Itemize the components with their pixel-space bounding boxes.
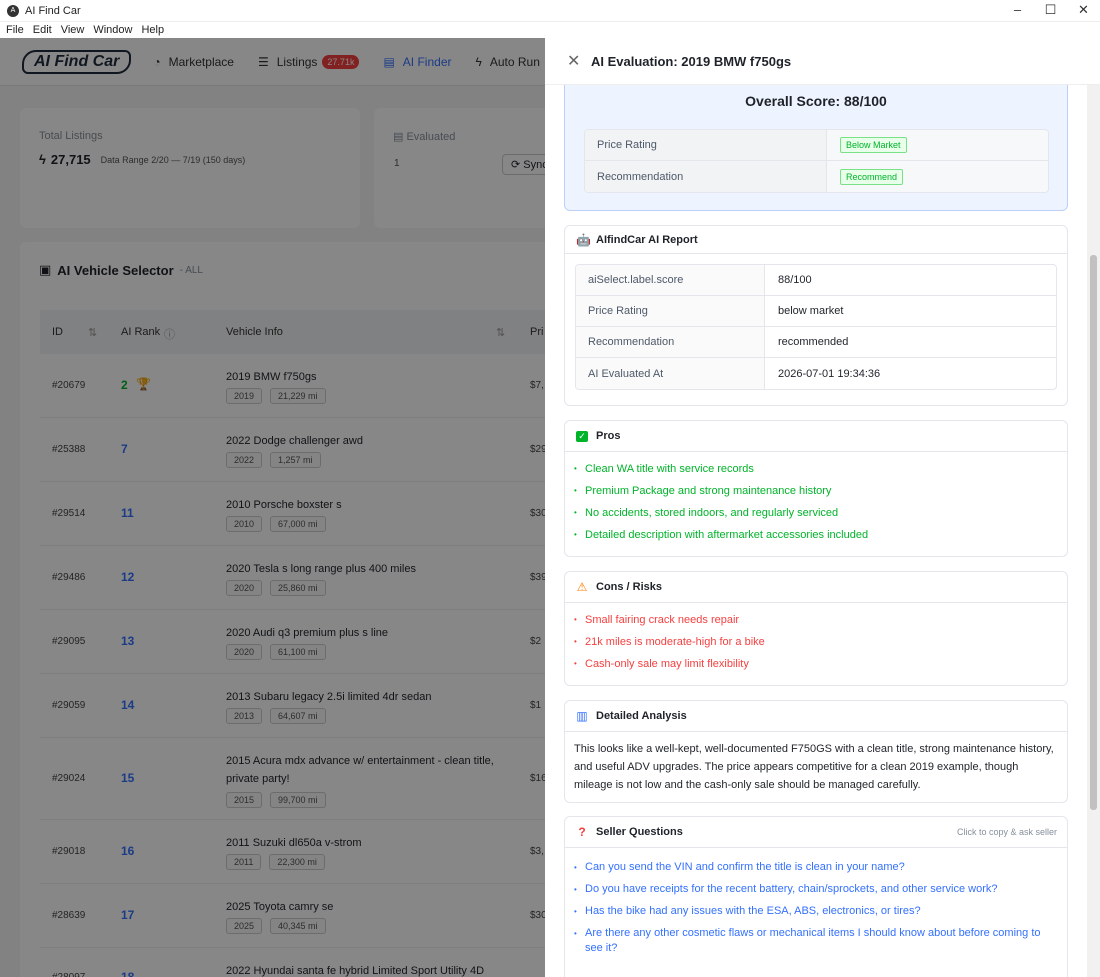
- robot-icon: 🤖: [576, 232, 591, 247]
- report-value: 88/100: [778, 274, 812, 286]
- report-key: Recommendation: [576, 327, 765, 357]
- pros-title: Pros: [596, 430, 621, 442]
- title-bar: A AI Find Car – ☐ ✕: [0, 0, 1100, 22]
- close-window-button[interactable]: ✕: [1067, 0, 1100, 22]
- con-item: Small fairing crack needs repair: [565, 609, 1067, 631]
- questions-hint: Click to copy & ask seller: [956, 827, 1057, 837]
- analysis-text: This looks like a well-kept, well-docume…: [574, 743, 1054, 791]
- score-card: Overall Score: 88/100 Price Rating Below …: [564, 85, 1068, 211]
- report-key: aiSelect.label.score: [576, 265, 765, 295]
- warning-icon: ⚠: [576, 580, 588, 594]
- scrollbar-thumb[interactable]: [1090, 255, 1097, 810]
- question-icon: ?: [578, 825, 586, 839]
- recommendation-badge: Recommend: [840, 168, 904, 185]
- report-table: aiSelect.label.score 88/100 Price Rating b…: [575, 264, 1057, 390]
- ai-report-section: 🤖 AIfindCar AI Report aiSelect.label.scor…: [564, 225, 1068, 406]
- questions-title: Seller Questions: [596, 826, 683, 838]
- scrollbar[interactable]: [1087, 85, 1100, 977]
- menu-window[interactable]: Window: [93, 24, 132, 36]
- close-icon[interactable]: ✕: [567, 51, 583, 71]
- summary-key: Recommendation: [585, 161, 827, 192]
- report-title: AIfindCar AI Report: [596, 233, 698, 246]
- analysis-section: ▥ Detailed Analysis This looks like a wel…: [564, 700, 1068, 803]
- summary-table: Price Rating Below Market Recommendation R…: [584, 129, 1049, 193]
- seller-question[interactable]: Has the bike had any issues with the ESA…: [565, 904, 1057, 919]
- pro-item: Detailed description with aftermarket ac…: [565, 524, 1067, 546]
- menu-bar: File Edit View Window Help: [0, 22, 1100, 38]
- checkbox-icon: ✓: [576, 430, 588, 442]
- modal-overlay[interactable]: [0, 38, 545, 977]
- analysis-title: Detailed Analysis: [596, 710, 687, 722]
- con-item: Cash-only sale may limit flexibility: [565, 653, 1067, 675]
- evaluation-drawer: ✕ AI Evaluation: 2019 BMW f750gs Overall…: [545, 38, 1100, 977]
- questions-section: ? Seller Questions Click to copy & ask sel…: [564, 816, 1068, 977]
- pro-item: Clean WA title with service records: [565, 458, 1067, 480]
- price-rating-badge: Below Market: [840, 137, 907, 153]
- menu-file[interactable]: File: [6, 24, 24, 36]
- report-value: recommended: [778, 336, 849, 348]
- cons-title: Cons / Risks: [596, 581, 663, 593]
- summary-key: Price Rating: [585, 130, 827, 160]
- report-key: AI Evaluated At: [576, 358, 765, 389]
- report-key: Price Rating: [576, 296, 765, 326]
- menu-view[interactable]: View: [61, 24, 85, 36]
- seller-question[interactable]: Are there any other cosmetic flaws or me…: [565, 926, 1057, 956]
- report-value: below market: [778, 305, 844, 317]
- app-icon: A: [7, 4, 19, 17]
- menu-help[interactable]: Help: [141, 24, 164, 36]
- minimize-button[interactable]: –: [1001, 0, 1034, 22]
- pro-item: No accidents, stored indoors, and regula…: [565, 502, 1067, 524]
- overall-score: Overall Score: 88/100: [745, 93, 887, 109]
- con-item: 21k miles is moderate-high for a bike: [565, 631, 1067, 653]
- report-value: 2026-07-01 19:34:36: [778, 367, 881, 380]
- maximize-button[interactable]: ☐: [1034, 0, 1067, 22]
- seller-question[interactable]: Do you have receipts for the recent batt…: [565, 882, 1057, 897]
- window-title: AI Find Car: [25, 4, 81, 17]
- drawer-title: AI Evaluation: 2019 BMW f750gs: [591, 53, 792, 69]
- menu-edit[interactable]: Edit: [33, 24, 52, 36]
- cons-section: ⚠ Cons / Risks Small fairing crack needs …: [564, 571, 1068, 686]
- pro-item: Premium Package and strong maintenance h…: [565, 480, 1067, 502]
- seller-question[interactable]: Can you send the VIN and confirm the tit…: [565, 860, 1057, 875]
- bar-chart-icon: ▥: [576, 709, 588, 723]
- pros-section: ✓ Pros Clean WA title with service record…: [564, 420, 1068, 557]
